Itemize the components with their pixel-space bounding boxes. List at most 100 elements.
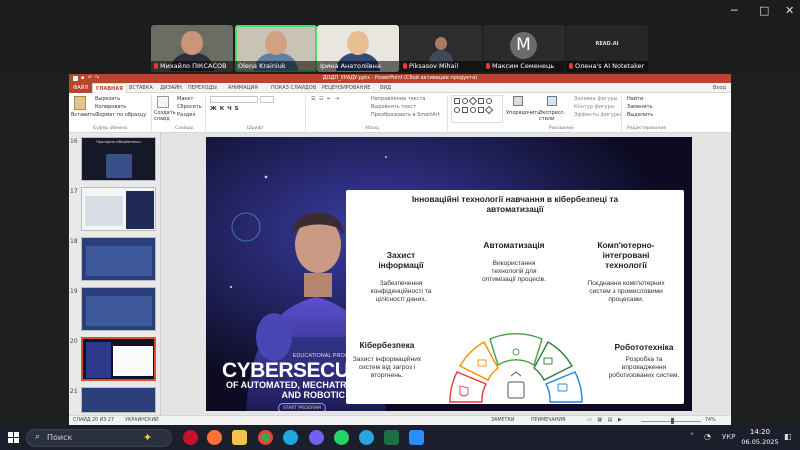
windows-start-icon[interactable] — [8, 432, 19, 443]
thumbnail-image — [85, 196, 123, 226]
text-direction-button[interactable]: Направление текста — [371, 96, 425, 102]
shape-outline-button[interactable]: Контур фигуры — [574, 104, 615, 110]
tab-slide-show[interactable]: ПОКАЗ СЛАЙДОВ — [271, 83, 316, 93]
whatsapp-icon[interactable] — [334, 430, 349, 445]
reset-button[interactable]: Сбросить — [177, 104, 202, 110]
tab-view[interactable]: ВИД — [380, 83, 391, 93]
excel-icon[interactable] — [384, 430, 399, 445]
notetaker-logo: READ.AI — [595, 41, 619, 47]
slide-thumbnail[interactable] — [81, 387, 156, 413]
shape-fill-button[interactable]: Заливка фигуры — [574, 96, 618, 102]
chevron-up-icon[interactable]: ˄ — [690, 432, 694, 441]
maximize-button[interactable]: □ — [759, 4, 769, 17]
paste-icon[interactable] — [74, 96, 86, 110]
slide-thumbnail[interactable]: Принципи кібербезпеки — [81, 137, 156, 181]
slide-thumbnail-selected[interactable] — [81, 337, 156, 381]
tab-transitions[interactable]: ПЕРЕХОДЫ — [188, 83, 217, 93]
minimize-button[interactable]: ─ — [731, 4, 738, 17]
infographic-card[interactable]: Інноваційні технології навчання в кіберб… — [346, 190, 684, 404]
firefox-icon[interactable] — [207, 430, 222, 445]
current-slide[interactable]: EDUCATIONAL PROGRAM CYBERSECURI OF AUTOM… — [206, 137, 692, 411]
opera-icon[interactable] — [183, 430, 198, 445]
sign-in-link[interactable]: Вход — [713, 83, 726, 93]
tab-file[interactable]: ФАЙЛ — [69, 83, 93, 93]
viber-icon[interactable] — [309, 430, 324, 445]
participant-tile[interactable]: READ.AI Олена's AI Notetaker — [566, 25, 648, 72]
slide-thumbnail[interactable] — [81, 287, 156, 331]
clock-date[interactable]: 06.05.2025 — [738, 438, 782, 446]
shape-icon[interactable] — [462, 107, 468, 113]
telegram-icon[interactable] — [359, 430, 374, 445]
align-text-button[interactable]: Выровнять текст — [371, 104, 416, 110]
smartart-button[interactable]: Преобразовать в SmartArt — [371, 112, 440, 118]
zoom-level[interactable]: 74% — [705, 418, 716, 423]
new-slide-button[interactable]: Создать слайд — [154, 110, 176, 122]
mic-muted-icon — [403, 63, 407, 69]
slide-thumbnail[interactable] — [81, 187, 156, 231]
arrange-icon[interactable] — [513, 96, 523, 106]
shape-icon[interactable] — [478, 107, 484, 113]
participant-tile[interactable]: Ірина Анатоліївна — [317, 25, 399, 72]
replace-button[interactable]: Заменить — [627, 104, 653, 110]
font-size-dropdown[interactable] — [260, 96, 274, 103]
zoom-icon[interactable] — [409, 430, 424, 445]
tab-animations[interactable]: АНИМАЦИЯ — [228, 83, 258, 93]
thumbnail-image — [86, 296, 152, 326]
item-text-automation: Використання технологій для оптимізації … — [482, 260, 546, 283]
slide-number: 20 — [70, 338, 78, 345]
zoom-slider-thumb[interactable] — [671, 418, 674, 424]
tab-home[interactable]: ГЛАВНАЯ — [92, 83, 127, 93]
language-indicator[interactable]: УКРАИНСКИЙ — [125, 418, 159, 423]
slide-thumbnails-pane[interactable]: 16 Принципи кібербезпеки 17 18 19 20 21 — [69, 133, 161, 415]
participant-tile[interactable]: M Максим Семенець — [483, 25, 565, 72]
tab-design[interactable]: ДИЗАЙН — [160, 83, 182, 93]
comments-button[interactable]: ПРИМЕЧАНИЯ — [531, 418, 565, 423]
taskbar-search-box[interactable]: ⌕ Поиск ✦ — [26, 429, 172, 447]
tab-review[interactable]: РЕЦЕНЗИРОВАНИЕ — [322, 83, 370, 93]
keyboard-language[interactable]: УКР — [722, 433, 735, 441]
format-painter-button[interactable]: Формат по образцу — [95, 112, 146, 118]
start-tile — [8, 438, 13, 443]
slide-thumbnail[interactable] — [81, 237, 156, 281]
participant-tile[interactable]: Михайло ПІКСАСОВ — [151, 25, 233, 72]
shape-icon[interactable] — [470, 107, 476, 113]
copy-button[interactable]: Копировать — [95, 104, 126, 110]
quick-styles-icon[interactable] — [547, 96, 557, 106]
shape-icon[interactable] — [454, 98, 460, 104]
participant-tile-active-speaker[interactable]: Olena Krainiuk — [235, 25, 317, 72]
arrange-button[interactable]: Упорядочить — [506, 110, 540, 116]
item-title-robotics: Робототехніка — [614, 342, 674, 352]
shapes-gallery[interactable] — [451, 95, 503, 123]
shape-icon[interactable] — [468, 96, 478, 106]
notifications-icon[interactable]: ◧ — [784, 432, 792, 441]
layout-button[interactable]: Макет — [177, 96, 193, 102]
shape-icon[interactable] — [486, 98, 492, 104]
close-button[interactable]: ✕ — [785, 4, 794, 17]
ribbon-tabs: ФАЙЛ ГЛАВНАЯ ВСТАВКА ДИЗАЙН ПЕРЕХОДЫ АНИ… — [69, 83, 731, 93]
cut-button[interactable]: Вырезать — [95, 96, 120, 102]
font-name-dropdown[interactable] — [210, 96, 258, 103]
font-format-buttons[interactable]: ЖКЧS — [210, 106, 300, 113]
list-buttons[interactable]: ☰ ☷ ⇤ ⇥ — [311, 96, 361, 103]
file-explorer-icon[interactable] — [232, 430, 247, 445]
shape-icon[interactable] — [454, 107, 460, 113]
new-slide-icon[interactable] — [157, 96, 169, 108]
section-button[interactable]: Раздел — [177, 112, 195, 118]
shape-effects-button[interactable]: Эффекты фигуры — [574, 112, 621, 118]
edge-icon[interactable] — [283, 430, 298, 445]
clock-time[interactable]: 14:20 — [742, 428, 778, 436]
shape-icon[interactable] — [478, 98, 484, 104]
chrome-icon[interactable] — [258, 430, 273, 445]
slide-editing-canvas[interactable]: EDUCATIONAL PROGRAM CYBERSECURI OF AUTOM… — [161, 133, 731, 415]
view-buttons[interactable]: ▭ ▦ ▤ ▶ — [587, 417, 639, 424]
shape-icon[interactable] — [462, 98, 468, 104]
wifi-icon[interactable]: ◔ — [704, 432, 711, 441]
select-button[interactable]: Выделить — [627, 112, 653, 118]
paste-button[interactable]: Вставить — [71, 112, 95, 118]
participant-tile[interactable]: Piksasov Mihail — [400, 25, 482, 72]
shape-icon[interactable] — [484, 105, 494, 115]
notes-button[interactable]: ЗАМЕТКИ — [491, 418, 514, 423]
tab-insert[interactable]: ВСТАВКА — [129, 83, 153, 93]
quick-styles-button[interactable]: Экспресс-стили — [539, 110, 565, 122]
find-button[interactable]: Найти — [627, 96, 643, 102]
